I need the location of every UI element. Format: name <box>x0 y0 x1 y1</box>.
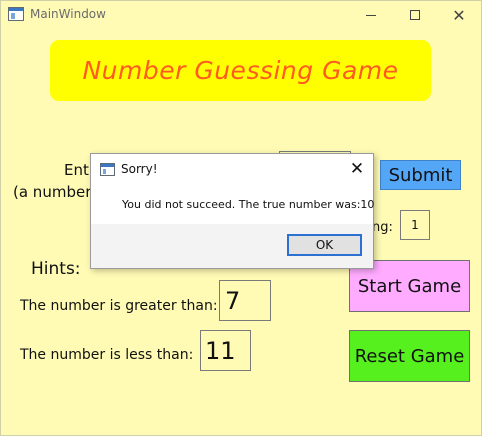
dialog-body: You did not succeed. The true number was… <box>91 184 375 224</box>
dialog-ok-button[interactable]: OK <box>287 234 362 256</box>
dialog-title-bar[interactable]: Sorry! ✕ <box>91 154 373 184</box>
main-window: MainWindow ✕ Number Guessing Game Ent (a… <box>0 0 482 436</box>
number-range-label: (a number <box>13 183 92 201</box>
window-title: MainWindow <box>30 7 106 21</box>
dialog-title: Sorry! <box>121 162 158 176</box>
greater-than-value: 7 <box>219 280 271 321</box>
less-than-label: The number is less than: <box>20 347 194 363</box>
maximize-icon <box>410 10 420 20</box>
maximize-button[interactable] <box>397 1 433 29</box>
dialog-close-button[interactable]: ✕ <box>345 157 369 181</box>
game-title: Number Guessing Game <box>82 56 399 85</box>
dialog-message: You did not succeed. The true number was… <box>122 198 375 211</box>
minimize-icon <box>366 14 376 16</box>
hints-heading: Hints: <box>31 259 81 279</box>
greater-than-label: The number is greater than: <box>20 298 218 314</box>
reset-game-button[interactable]: Reset Game <box>349 330 470 382</box>
close-icon: ✕ <box>349 159 365 179</box>
less-than-value: 11 <box>200 330 251 371</box>
remaining-guesses-value: 1 <box>400 210 430 240</box>
minimize-button[interactable] <box>353 1 389 29</box>
title-bar[interactable]: MainWindow ✕ <box>1 1 481 29</box>
result-dialog: Sorry! ✕ You did not succeed. The true n… <box>90 153 374 269</box>
enter-number-label: Ent <box>64 161 89 179</box>
close-icon: ✕ <box>452 5 466 25</box>
submit-button[interactable]: Submit <box>380 160 461 190</box>
game-title-banner: Number Guessing Game <box>50 40 431 101</box>
close-button[interactable]: ✕ <box>441 1 477 29</box>
dialog-app-icon <box>100 163 115 176</box>
app-window-icon <box>8 7 24 21</box>
remaining-guesses-label: ng: <box>372 220 393 235</box>
